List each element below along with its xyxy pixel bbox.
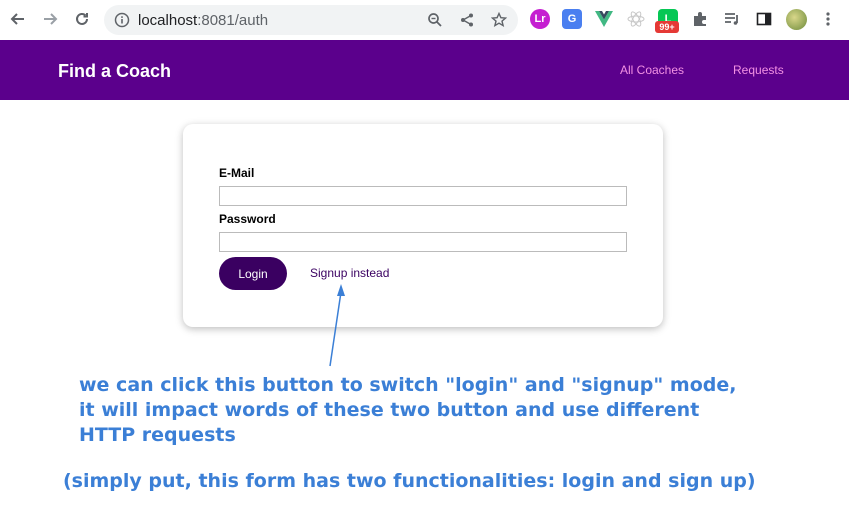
login-button[interactable]: Login — [219, 257, 287, 290]
back-arrow-icon[interactable] — [7, 8, 29, 30]
brand-link[interactable]: Find a Coach — [58, 61, 171, 82]
info-icon[interactable] — [113, 11, 131, 29]
react-devtools-icon[interactable] — [626, 9, 646, 29]
star-icon[interactable] — [490, 11, 508, 29]
profile-avatar[interactable] — [786, 9, 807, 30]
extension-lr-icon[interactable]: Lr — [530, 9, 550, 29]
url-text: localhost:8081/auth — [138, 12, 268, 29]
media-control-icon[interactable] — [722, 9, 742, 29]
nav-link-requests[interactable]: Requests — [733, 63, 784, 77]
email-label: E-Mail — [219, 166, 255, 180]
annotation-text: we can click this button to switch "logi… — [79, 373, 839, 448]
email-field[interactable] — [219, 186, 627, 206]
forward-arrow-icon[interactable] — [39, 8, 61, 30]
annotation-line-3: HTTP requests — [79, 424, 236, 446]
address-bar[interactable]: localhost:8081/auth — [104, 5, 518, 35]
side-panel-icon[interactable] — [754, 9, 774, 29]
annotation-line-2: it will impact words of these two button… — [79, 399, 700, 421]
annotation-line-1: we can click this button to switch "logi… — [79, 374, 737, 396]
puzzle-icon[interactable] — [690, 9, 710, 29]
zoom-icon[interactable] — [426, 11, 444, 29]
url-host: localhost — [138, 12, 198, 29]
browser-toolbar: localhost:8081/auth Lr G L 99+ — [0, 0, 849, 40]
nav-link-all-coaches[interactable]: All Coaches — [620, 63, 684, 77]
password-label: Password — [219, 212, 276, 226]
notification-badge: 99+ — [655, 21, 679, 33]
translate-extension-icon[interactable]: G — [562, 9, 582, 29]
app-header: Find a Coach All Coaches Requests — [0, 40, 849, 100]
share-icon[interactable] — [458, 11, 476, 29]
vue-devtools-icon[interactable] — [594, 9, 614, 29]
auth-card: E-Mail Password Login Signup instead — [183, 124, 663, 327]
kebab-menu-icon[interactable] — [818, 9, 838, 29]
signup-instead-button[interactable]: Signup instead — [310, 266, 389, 280]
reload-icon[interactable] — [71, 8, 93, 30]
annotation-footnote: (simply put, this form has two functiona… — [63, 470, 756, 492]
password-field[interactable] — [219, 232, 627, 252]
url-path: :8081/auth — [197, 12, 269, 29]
